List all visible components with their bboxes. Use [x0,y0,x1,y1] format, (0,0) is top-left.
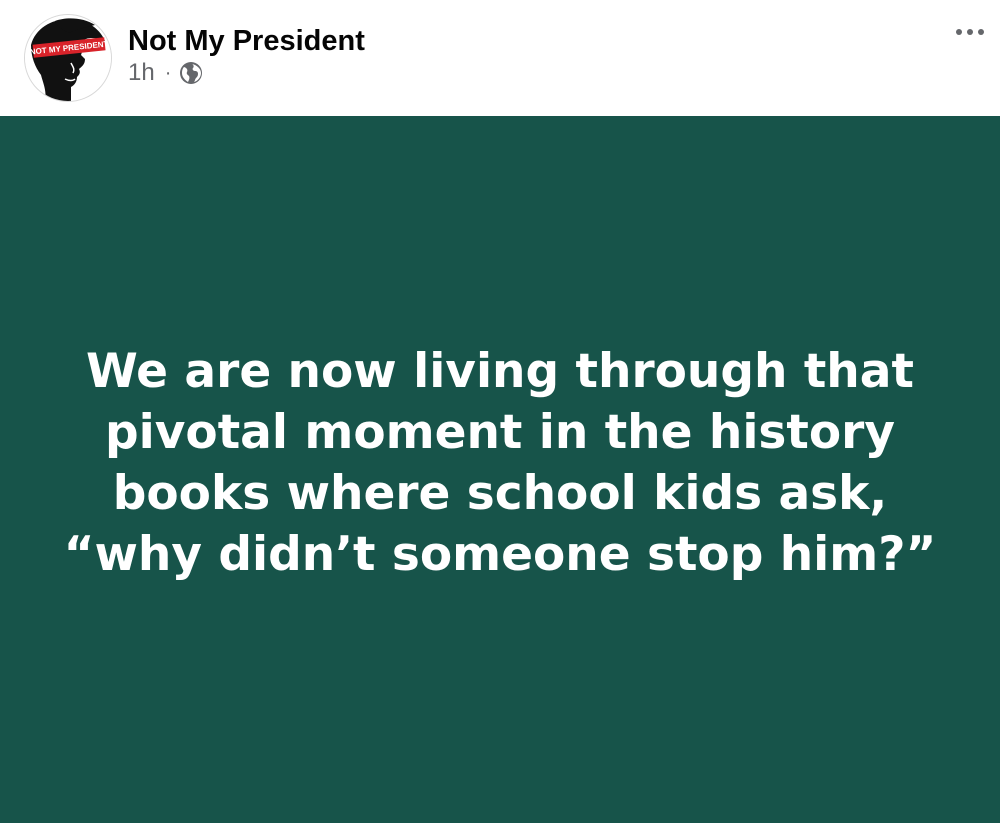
more-horizontal-icon [956,29,984,35]
meta-separator: · [164,61,172,84]
author-name[interactable]: Not My President [128,22,365,60]
post-meta: 1h · [128,58,203,88]
post-body-text: We are now living through that pivotal m… [63,343,937,582]
facebook-post: NOT MY PRESIDENT Not My President 1h · W… [0,0,1000,826]
post-header: NOT MY PRESIDENT Not My President 1h · [0,0,1000,116]
globe-icon[interactable] [179,61,203,85]
more-options-button[interactable] [952,18,988,46]
post-text-background: We are now living through that pivotal m… [0,116,1000,823]
protest-avatar-icon: NOT MY PRESIDENT [25,15,111,101]
profile-avatar[interactable]: NOT MY PRESIDENT [24,14,112,102]
post-timestamp[interactable]: 1h [128,59,155,87]
